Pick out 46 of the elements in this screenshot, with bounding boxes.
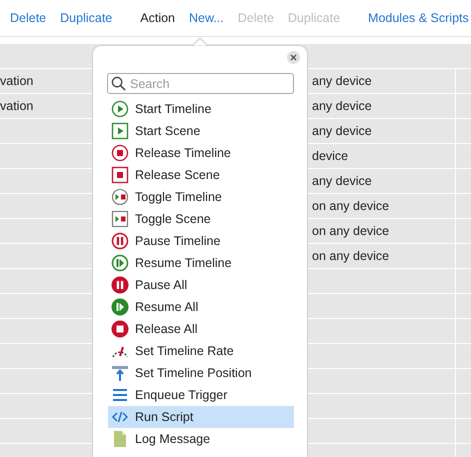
resume-icon xyxy=(111,254,129,272)
pause-icon xyxy=(111,276,129,294)
action-item[interactable]: Toggle Timeline xyxy=(108,186,294,208)
table-cell: on any device xyxy=(312,224,390,238)
table-cell: on any device xyxy=(312,199,390,213)
toolbar-button[interactable]: Duplicate xyxy=(60,11,112,25)
pause-icon xyxy=(111,232,129,250)
toggle-icon xyxy=(111,188,129,206)
action-item[interactable]: Log Message xyxy=(108,428,294,450)
resume-icon xyxy=(111,298,129,316)
action-item[interactable]: Toggle Scene xyxy=(108,208,294,230)
play-icon xyxy=(111,100,129,118)
table-cell: any device xyxy=(312,99,372,113)
stop-icon xyxy=(111,144,129,162)
action-item[interactable]: Pause Timeline xyxy=(108,230,294,252)
table-cell: vation xyxy=(0,74,34,88)
action-item[interactable]: Release Timeline xyxy=(108,142,294,164)
close-button[interactable] xyxy=(287,51,300,64)
action-item[interactable]: Start Timeline xyxy=(108,98,294,120)
table-cell: any device xyxy=(312,124,372,138)
timeline-position-icon xyxy=(111,364,129,382)
toolbar-button[interactable]: Modules & Scripts xyxy=(368,11,469,25)
toolbar-label: Action xyxy=(140,11,176,25)
action-item[interactable]: Run Script xyxy=(108,406,294,428)
action-item[interactable]: Resume Timeline xyxy=(108,252,294,274)
toolbar-button[interactable]: Delete xyxy=(10,11,46,25)
play-icon xyxy=(111,122,129,140)
action-item[interactable]: Enqueue Trigger xyxy=(108,384,294,406)
action-item[interactable]: Set Timeline Position xyxy=(108,362,294,384)
document-icon xyxy=(111,430,129,448)
table-cell: on any device xyxy=(312,249,390,263)
table-cell: vation xyxy=(0,99,34,113)
action-item[interactable]: Release Scene xyxy=(108,164,294,186)
toolbar-button[interactable]: New... xyxy=(189,11,224,25)
table-cell: any device xyxy=(312,74,372,88)
stop-icon xyxy=(111,320,129,338)
action-item[interactable]: Start Scene xyxy=(108,120,294,142)
stop-icon xyxy=(111,166,129,184)
list-icon xyxy=(111,386,129,404)
search-field[interactable]: Search xyxy=(107,73,294,94)
table-cell: device xyxy=(312,149,348,163)
action-item[interactable]: Set Timeline Rate xyxy=(108,340,294,362)
close-icon xyxy=(290,54,297,61)
table-cell: any device xyxy=(312,174,372,188)
search-icon xyxy=(111,76,126,91)
toggle-icon xyxy=(111,210,129,228)
